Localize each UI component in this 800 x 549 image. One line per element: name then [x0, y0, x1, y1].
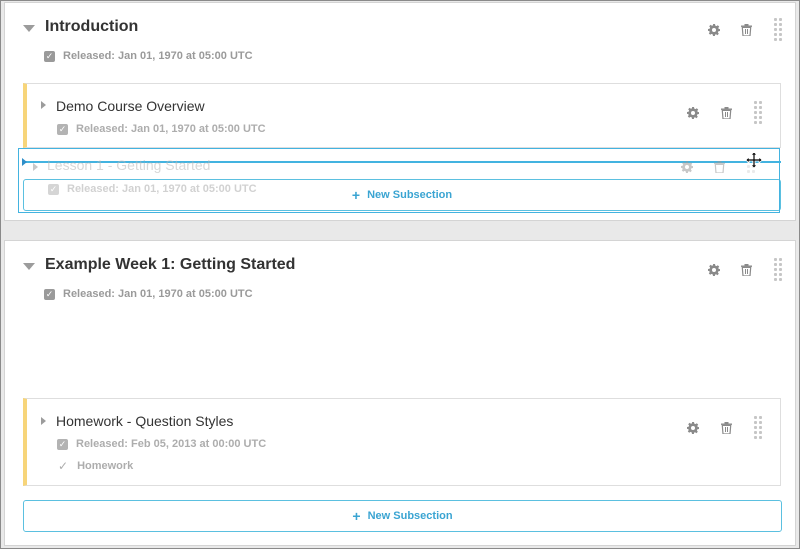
release-status-text: Released: Jan 01, 1970 at 05:00 UTC [76, 123, 266, 135]
plus-icon: + [352, 507, 361, 524]
dragged-subsection-title: Lesson 1 - Getting Started [47, 157, 211, 173]
section-collapse-caret-icon[interactable] [23, 25, 35, 32]
subsection-title[interactable]: Demo Course Overview [56, 98, 205, 114]
grading-type-text: Homework [77, 460, 134, 472]
subsection-actions [687, 101, 762, 124]
subsection-expand-caret-icon[interactable] [41, 417, 46, 425]
subsection-release-status: ✓ Released: Jan 01, 1970 at 05:00 UTC [57, 123, 266, 135]
trash-icon[interactable] [741, 263, 752, 276]
released-check-icon: ✓ [48, 183, 59, 195]
dragged-subsection-actions [681, 160, 755, 173]
section-actions [708, 258, 782, 281]
section-actions [708, 18, 782, 41]
drag-handle-icon[interactable] [774, 258, 782, 281]
release-status-text: Released: Jan 01, 1970 at 05:00 UTC [63, 50, 253, 62]
move-cursor-icon [745, 151, 763, 173]
trash-icon[interactable] [741, 23, 752, 36]
gear-icon[interactable] [687, 106, 699, 119]
trash-icon [714, 160, 725, 173]
dragged-subsection-status: ✓ Released: Jan 01, 1970 at 05:00 UTC [48, 183, 257, 195]
subsection-release-status: ✓ Released: Feb 05, 2013 at 00:00 UTC [57, 438, 266, 450]
subsection-expand-caret-icon [33, 163, 38, 171]
trash-icon[interactable] [721, 421, 732, 434]
released-check-icon: ✓ [44, 288, 55, 300]
drag-handle-icon[interactable] [774, 18, 782, 41]
released-check-icon: ✓ [57, 123, 68, 135]
gear-icon [681, 160, 693, 173]
subsection-demo-course-overview: Demo Course Overview ✓ Released: Jan 01,… [23, 83, 781, 148]
section-title[interactable]: Introduction [45, 18, 138, 36]
release-status-text: Released: Jan 01, 1970 at 05:00 UTC [63, 288, 253, 300]
subsection-title[interactable]: Homework - Question Styles [56, 413, 233, 429]
section-collapse-caret-icon[interactable] [23, 263, 35, 270]
release-status-text: Released: Jan 01, 1970 at 05:00 UTC [67, 183, 257, 195]
checkmark-icon: ✓ [58, 459, 69, 473]
drag-handle-icon[interactable] [754, 416, 762, 439]
drag-handle-icon[interactable] [754, 101, 762, 124]
section-title[interactable]: Example Week 1: Getting Started [45, 256, 295, 274]
grading-type: ✓ Homework [58, 459, 133, 473]
new-subsection-label: New Subsection [367, 510, 453, 522]
release-status-text: Released: Feb 05, 2013 at 00:00 UTC [76, 438, 267, 450]
new-subsection-button[interactable]: + New Subsection [23, 500, 782, 532]
subsection-expand-caret-icon[interactable] [41, 101, 46, 109]
released-check-icon: ✓ [57, 438, 68, 450]
subsection-homework-question-styles: Homework - Question Styles ✓ Released: F… [23, 398, 781, 486]
section-example-week-1: Example Week 1: Getting Started ✓ Releas… [4, 240, 796, 546]
gear-icon[interactable] [708, 263, 720, 276]
gear-icon[interactable] [687, 421, 699, 434]
gear-icon[interactable] [708, 23, 720, 36]
subsection-actions [687, 416, 762, 439]
trash-icon[interactable] [721, 106, 732, 119]
section-release-status: ✓ Released: Jan 01, 1970 at 05:00 UTC [44, 50, 253, 62]
section-release-status: ✓ Released: Jan 01, 1970 at 05:00 UTC [44, 288, 253, 300]
released-check-icon: ✓ [44, 50, 55, 62]
